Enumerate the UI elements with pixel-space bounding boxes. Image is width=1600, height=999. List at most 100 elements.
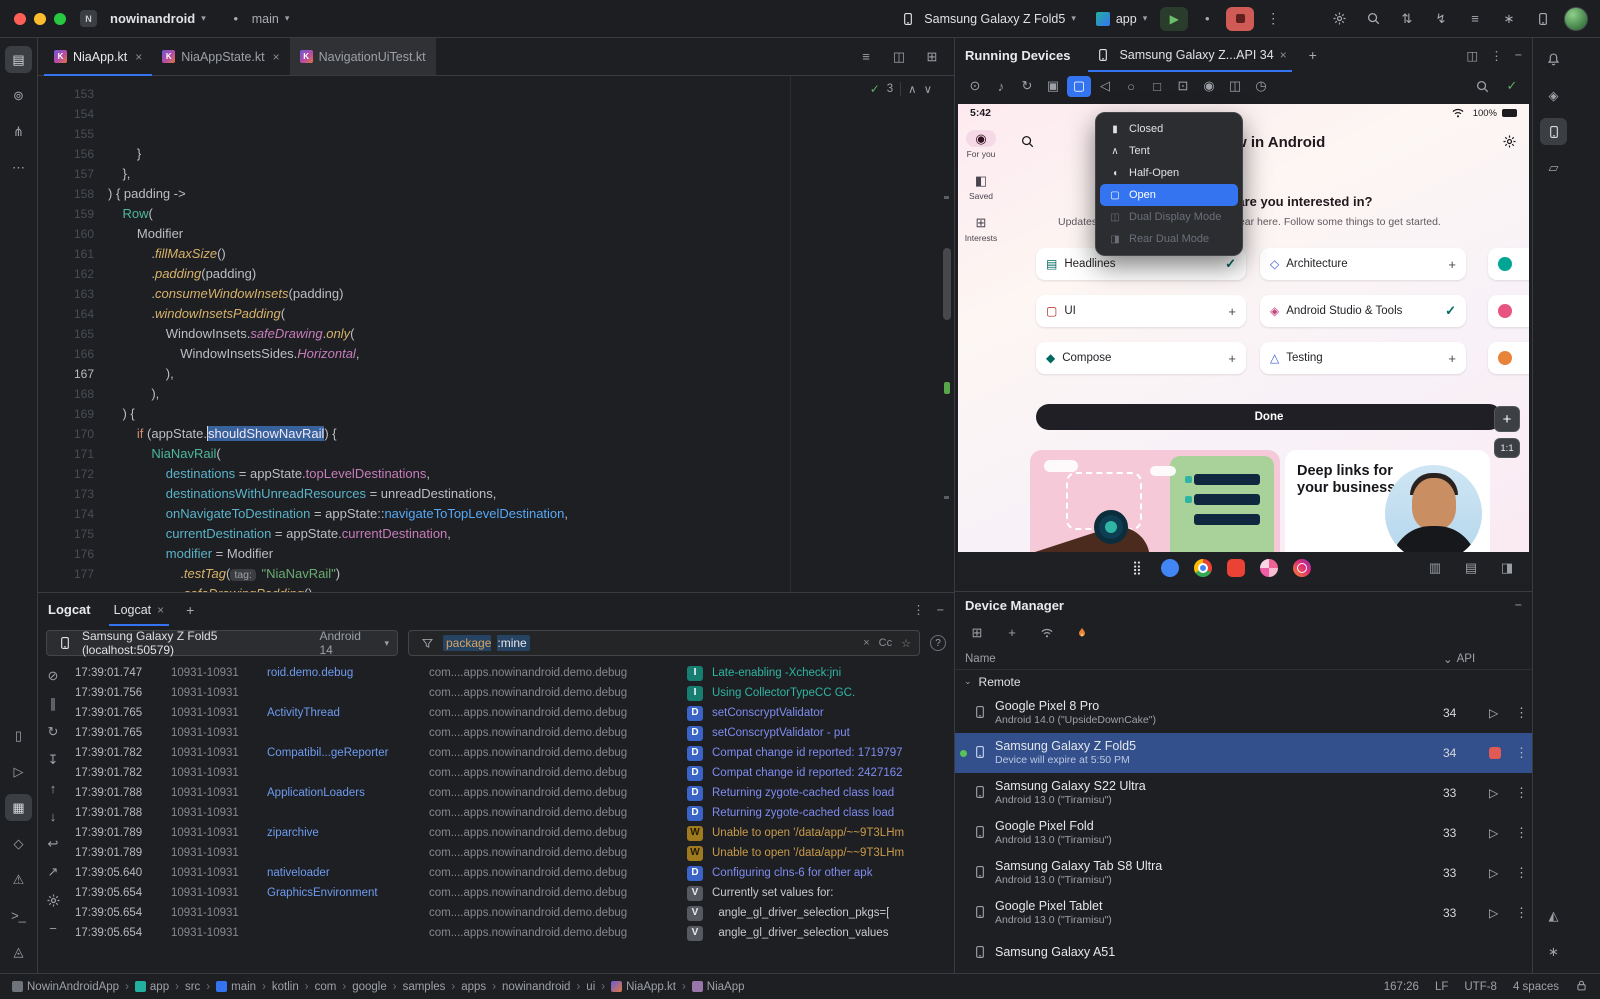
column-api[interactable]: API [1457, 653, 1476, 665]
pair-wifi-button[interactable] [1037, 623, 1057, 643]
logcat-collapse-button[interactable]: − [42, 918, 64, 938]
device-row-Samsung Galaxy Tab S8 Ultra[interactable]: Samsung Galaxy Tab S8 UltraAndroid 13.0 … [955, 853, 1532, 893]
logcat-export-button[interactable]: ↗ [42, 862, 64, 882]
device-menu-icon[interactable]: ⋮ [1515, 825, 1528, 841]
tool-strip-commit[interactable]: ⊚ [5, 82, 32, 109]
todo-button[interactable]: ≡ [1462, 7, 1488, 31]
close-icon[interactable]: × [1280, 48, 1287, 62]
device-group-row[interactable]: ⌄ Remote [955, 670, 1532, 693]
log-entry[interactable]: 17:39:05.65410931-10931com....apps.nowin… [68, 903, 954, 923]
avatar[interactable] [1564, 7, 1588, 31]
fold-menu-item-Open[interactable]: ▢Open [1100, 184, 1238, 206]
logcat-tab[interactable]: Logcat × [105, 593, 174, 626]
device-row-Samsung Galaxy S22 Ultra[interactable]: Samsung Galaxy S22 UltraAndroid 13.0 ("T… [955, 773, 1532, 813]
scrollbar-thumb[interactable] [943, 248, 951, 320]
breadcrumb-item-apps[interactable]: apps [461, 981, 486, 993]
device-screen[interactable]: 5:42 100% ◉For you◧Saved⊞Interests Now i… [958, 104, 1529, 584]
add-device-tab-button[interactable]: + [1300, 43, 1326, 67]
debug-button[interactable]: • [1194, 7, 1220, 31]
vcs-button[interactable]: ⇅ [1394, 7, 1420, 31]
start-device-button[interactable]: ▷ [1489, 826, 1498, 840]
handle-icon[interactable]: ◨ [1497, 558, 1517, 578]
tool-strip-device-explorer[interactable]: ▯ [5, 722, 32, 749]
tool-strip-device-manager[interactable] [1540, 118, 1567, 145]
start-device-button[interactable]: ▷ [1489, 706, 1498, 720]
posture-button[interactable]: ▢ [1067, 76, 1091, 97]
logcat-rows[interactable]: 17:39:01.74710931-10931roid.demo.debugco… [68, 660, 954, 973]
start-device-button[interactable]: ▷ [1489, 866, 1498, 880]
editor[interactable]: 1531541551561571581591601611621631641651… [38, 76, 954, 592]
stop-button[interactable] [1226, 7, 1254, 31]
run-configuration-selector[interactable]: app ▾ [1089, 8, 1154, 30]
done-button[interactable]: Done [1036, 404, 1502, 430]
log-entry[interactable]: 17:39:01.78210931-10931com....apps.nowin… [68, 763, 954, 783]
tool-strip-layout-inspector[interactable]: ◭ [1540, 902, 1567, 929]
messages-app-icon[interactable] [1161, 559, 1179, 577]
logcat-pause-button[interactable]: ∥ [42, 694, 64, 714]
close-icon[interactable]: × [273, 50, 280, 64]
youtube-app-icon[interactable] [1227, 559, 1245, 577]
next-problem-icon[interactable]: ∨ [924, 82, 932, 96]
zoom-reset-button[interactable] [1470, 76, 1494, 97]
add-icon[interactable]: + [1448, 257, 1456, 272]
device-selector[interactable]: Samsung Galaxy Z Fold5 ▾ [891, 5, 1083, 33]
hide-panel-icon[interactable]: − [1515, 48, 1522, 62]
file-encoding[interactable]: UTF-8 [1464, 981, 1497, 993]
logcat-prev-button[interactable]: ↑ [42, 778, 64, 798]
start-device-button[interactable]: ▷ [1489, 786, 1498, 800]
tool-strip-assistant[interactable]: ∗ [1540, 938, 1567, 965]
overview-button[interactable]: □ [1145, 76, 1169, 97]
breadcrumb-item-com[interactable]: com [315, 981, 337, 993]
instagram-app-icon[interactable] [1293, 559, 1311, 577]
breadcrumb-item-main[interactable]: main [216, 981, 256, 993]
logcat-filter-input[interactable]: package :mine × Cc ☆ [408, 630, 920, 656]
log-entry[interactable]: 17:39:01.74710931-10931roid.demo.debugco… [68, 663, 954, 683]
log-entry[interactable]: 17:39:01.78210931-10931Compatibil...geRe… [68, 743, 954, 763]
device-menu-icon[interactable]: ⋮ [1515, 745, 1528, 761]
partial-chip[interactable] [1488, 342, 1529, 374]
firebase-button[interactable] [1072, 623, 1092, 643]
more-actions-button[interactable]: ⋮ [1260, 7, 1286, 31]
device-menu-icon[interactable]: ⋮ [1515, 865, 1528, 881]
volume-button[interactable]: ♪ [989, 76, 1013, 97]
device-mirror-button[interactable] [1530, 7, 1556, 31]
tool-strip-emulator[interactable]: ▱ [1540, 154, 1567, 181]
help-icon[interactable]: ? [930, 635, 946, 651]
nav-item-Saved[interactable]: ◧Saved [966, 172, 996, 201]
add-button[interactable]: + [1002, 623, 1022, 643]
nav-item-For you[interactable]: ◉For you [966, 130, 996, 159]
logcat-clear-button[interactable]: ⊘ [42, 666, 64, 686]
tool-strip-terminal[interactable]: >_ [5, 902, 32, 929]
column-name[interactable]: Name [965, 653, 996, 665]
close-window-button[interactable] [14, 13, 26, 25]
new-logcat-tab-button[interactable]: + [177, 598, 203, 622]
partial-chip[interactable] [1488, 295, 1529, 327]
device-menu-icon[interactable]: ⋮ [1515, 705, 1528, 721]
log-entry[interactable]: 17:39:05.65410931-10931GraphicsEnvironme… [68, 883, 954, 903]
split-screen-icon[interactable]: ▥ [1425, 558, 1445, 578]
device-row-Samsung Galaxy Z Fold5[interactable]: Samsung Galaxy Z Fold5Device will expire… [955, 733, 1532, 773]
partial-chip[interactable] [1488, 248, 1529, 280]
running-device-tab[interactable]: Samsung Galaxy Z...API 34 × [1084, 39, 1295, 72]
app-search-icon[interactable] [1020, 134, 1035, 152]
rerun-button[interactable]: ▶ [1160, 7, 1188, 31]
breadcrumb-item-google[interactable]: google [352, 981, 387, 993]
photos-app-icon[interactable] [1260, 559, 1278, 577]
breadcrumb-item-nowinandroid[interactable]: nowinandroid [502, 981, 570, 993]
editor-tab-NiaApp.kt[interactable]: KNiaApp.kt× [44, 38, 152, 75]
minimize-window-button[interactable] [34, 13, 46, 25]
topic-chip-UI[interactable]: ▢UI+ [1036, 295, 1246, 327]
topic-chip-Testing[interactable]: △Testing+ [1260, 342, 1466, 374]
apps-app-icon[interactable]: ⣿ [1128, 559, 1146, 577]
logcat-scroll-end-button[interactable]: ↧ [42, 750, 64, 770]
split-panel-icon[interactable]: ◫ [1466, 48, 1478, 63]
display-button[interactable]: ◫ [1223, 76, 1247, 97]
log-entry[interactable]: 17:39:01.78910931-10931com....apps.nowin… [68, 843, 954, 863]
add-icon[interactable]: + [1228, 351, 1236, 366]
device-row-Samsung Galaxy A51[interactable]: Samsung Galaxy A51 [955, 933, 1532, 973]
stop-device-button[interactable] [1489, 747, 1501, 759]
log-entry[interactable]: 17:39:01.75610931-10931com....apps.nowin… [68, 683, 954, 703]
log-entry[interactable]: 17:39:01.78810931-10931ApplicationLoader… [68, 783, 954, 803]
breadcrumb-item-NiaApp.kt[interactable]: NiaApp.kt [611, 981, 676, 993]
breadcrumb-item-NiaApp[interactable]: NiaApp [692, 981, 745, 993]
